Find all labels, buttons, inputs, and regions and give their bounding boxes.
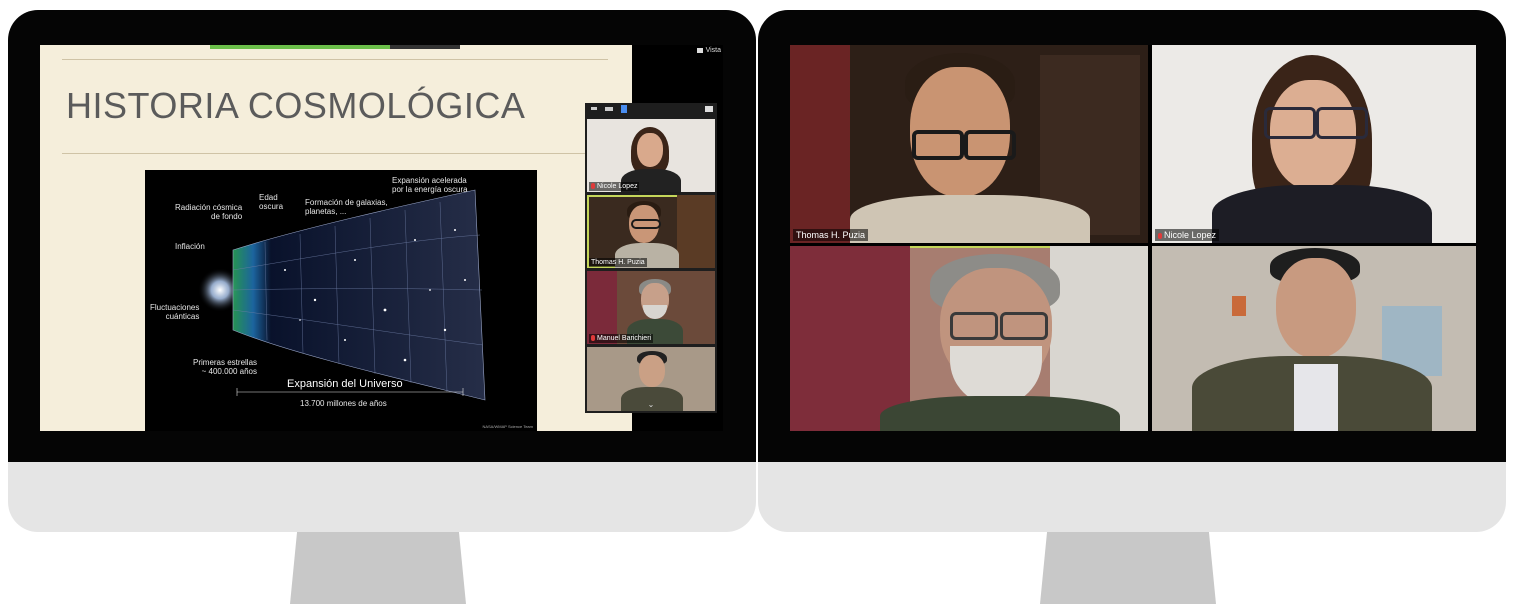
- strip-view-icon[interactable]: [621, 105, 627, 113]
- left-screen: HISTORIA COSMOLÓGICA Expansión acelerada…: [40, 45, 723, 431]
- gallery-tile[interactable]: [790, 246, 1148, 431]
- cosmology-diagram: Expansión acelerada por la energía oscur…: [145, 170, 537, 431]
- muted-mic-icon: [591, 335, 595, 342]
- view-button-label: Vista: [705, 47, 721, 54]
- right-monitor-stand: [1040, 532, 1216, 604]
- participant-filmstrip: Nicole Lopez Thomas H. Puzia Manuel Bari…: [585, 103, 717, 413]
- slide-divider-bottom: [62, 153, 608, 154]
- image-credit: NASA/WMAP Science Team: [482, 424, 533, 429]
- participant-name: Nicole Lopez: [589, 182, 640, 191]
- right-monitor: Thomas H. Puzia Nicole Lopez: [758, 10, 1506, 532]
- label-fluctuaciones: Fluctuaciones cuánticas: [150, 303, 200, 321]
- gallery-tile[interactable]: Nicole Lopez: [1152, 45, 1476, 243]
- chevron-down-icon[interactable]: ⌄: [647, 401, 655, 409]
- label-expansion-universo: Expansión del Universo: [287, 378, 403, 390]
- left-monitor: HISTORIA COSMOLÓGICA Expansión acelerada…: [8, 10, 756, 532]
- monitor-chin: [758, 462, 1506, 532]
- label-duracion: 13.700 millones de años: [300, 399, 387, 408]
- grid-view-icon: [696, 47, 703, 53]
- filmstrip-header: [585, 103, 717, 117]
- view-button[interactable]: Vista: [696, 47, 721, 54]
- right-screen: Thomas H. Puzia Nicole Lopez: [790, 45, 1476, 431]
- minimize-icon[interactable]: [591, 107, 597, 110]
- label-formacion-galaxias: Formación de galaxias, planetas, ...: [305, 198, 388, 216]
- participant-name: Thomas H. Puzia: [793, 229, 869, 241]
- monitor-chin: [8, 462, 756, 532]
- participant-name: Thomas H. Puzia: [589, 258, 647, 267]
- slide-topbar: [210, 45, 460, 49]
- hide-video-icon[interactable]: [605, 107, 613, 111]
- presentation-slide: HISTORIA COSMOLÓGICA Expansión acelerada…: [40, 45, 632, 431]
- filmstrip-tile[interactable]: Nicole Lopez: [587, 119, 715, 192]
- gallery-tile[interactable]: Thomas H. Puzia: [790, 45, 1148, 243]
- label-expansion-acelerada: Expansión acelerada por la energía oscur…: [392, 176, 468, 194]
- left-monitor-stand: [290, 532, 466, 604]
- label-inflacion: Inflación: [175, 242, 205, 251]
- filmstrip-tile[interactable]: Manuel Barichieri: [587, 271, 715, 344]
- expand-icon[interactable]: [705, 106, 713, 112]
- participant-name: Nicole Lopez: [1155, 229, 1220, 241]
- gallery-tile[interactable]: [1152, 246, 1476, 431]
- muted-mic-icon: [1158, 232, 1162, 239]
- filmstrip-tile[interactable]: ⌄: [587, 347, 715, 411]
- label-primeras-estrellas: Primeras estrellas ~ 400.000 años: [193, 358, 258, 376]
- slide-divider-top: [62, 59, 608, 60]
- muted-mic-icon: [591, 183, 595, 190]
- filmstrip-tile[interactable]: Thomas H. Puzia: [587, 195, 715, 268]
- slide-title: HISTORIA COSMOLÓGICA: [66, 85, 526, 126]
- participant-name: Manuel Barichieri: [589, 334, 654, 343]
- label-radiacion-cosmica: Radiación cósmica de fondo: [175, 203, 243, 221]
- label-edad-oscura: Edad oscura: [259, 193, 284, 211]
